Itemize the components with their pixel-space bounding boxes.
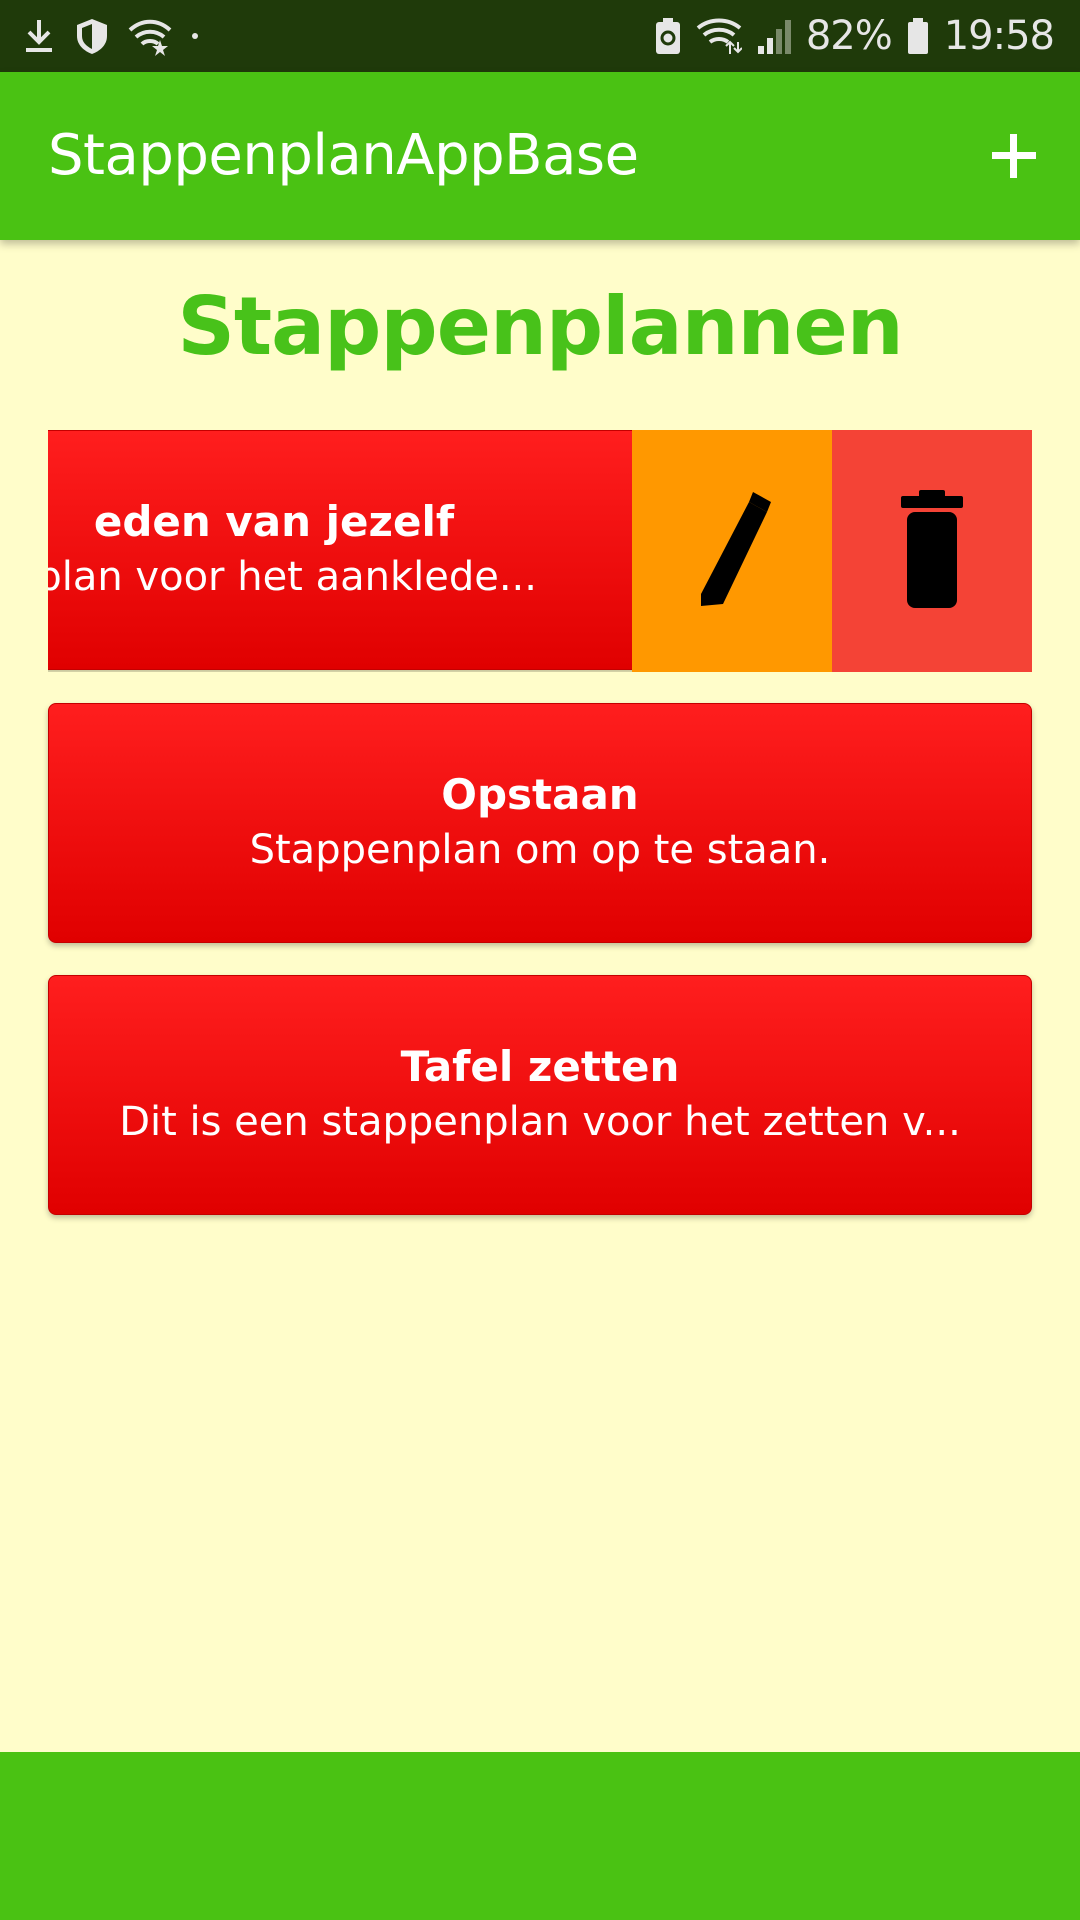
- plan-title: Opstaan: [441, 770, 639, 819]
- wifi-star-icon: [128, 16, 172, 56]
- plan-description: Dit is een stappenplan voor het zetten v…: [119, 1099, 961, 1145]
- app-title: StappenplanAppBase: [48, 123, 639, 188]
- swipe-row: eden van jezelf nplan voor het aanklede.…: [48, 430, 1032, 672]
- signal-icon: [756, 16, 792, 56]
- clock: 19:58: [943, 13, 1055, 59]
- plan-description: Stappenplan om op te staan.: [249, 827, 831, 873]
- status-left-icons: [22, 0, 200, 72]
- plan-description: nplan voor het aanklede...: [48, 554, 537, 600]
- download-icon: [22, 16, 56, 56]
- pencil-icon: [701, 492, 771, 606]
- plus-icon: [992, 134, 1036, 178]
- trash-icon: [901, 490, 963, 608]
- wifi-icon: [696, 16, 742, 56]
- shield-icon: [74, 16, 110, 56]
- battery-saver-icon: [654, 16, 682, 56]
- battery-icon: [906, 16, 930, 56]
- edit-button[interactable]: [632, 430, 832, 672]
- add-plan-button[interactable]: [982, 124, 1046, 188]
- delete-button[interactable]: [832, 430, 1032, 672]
- app-bar: StappenplanAppBase: [0, 72, 1080, 240]
- status-right-icons: 82% 19:58: [654, 0, 1055, 72]
- plan-card[interactable]: Opstaan Stappenplan om op te staan.: [48, 703, 1032, 943]
- plan-card[interactable]: eden van jezelf nplan voor het aanklede.…: [48, 430, 680, 670]
- plan-card[interactable]: Tafel zetten Dit is een stappenplan voor…: [48, 975, 1032, 1215]
- battery-percent: 82%: [805, 13, 893, 59]
- bottom-bar: [0, 1752, 1080, 1920]
- plan-title: Tafel zetten: [400, 1042, 680, 1091]
- page-title: Stappenplannen: [177, 280, 903, 373]
- notification-dot-icon: [190, 16, 200, 56]
- plan-title: eden van jezelf: [93, 497, 455, 546]
- status-bar: 82% 19:58: [0, 0, 1080, 72]
